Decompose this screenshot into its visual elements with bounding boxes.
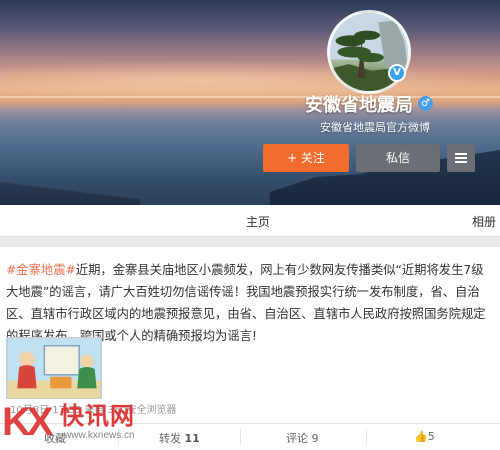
hashtag-link[interactable]: #金寨地震# xyxy=(6,263,76,277)
comment-button[interactable]: 评论 9 xyxy=(286,430,319,446)
verified-badge-icon: V xyxy=(388,64,406,82)
repost-button[interactable]: 转发 11 xyxy=(159,430,200,446)
more-menu-button[interactable] xyxy=(447,144,475,172)
kx-logo: KX xyxy=(2,400,54,444)
thumbs-up-icon: 👍 xyxy=(414,430,428,443)
kxnews-watermark: KX 快讯网 www.kxnews.cn xyxy=(0,398,155,448)
cover-rocks-left xyxy=(0,182,140,205)
divider xyxy=(240,429,241,445)
hamburger-icon xyxy=(455,153,467,163)
logo-text: KX xyxy=(2,400,54,444)
watermark-brand: 快讯网 xyxy=(60,402,135,430)
tab-home[interactable]: 主页 xyxy=(246,213,270,230)
follow-button[interactable]: + 关注 xyxy=(263,144,349,172)
post-text: #金寨地震#近期，金寨县关庙地区小震频发，网上有少数网友传播类似“近期将发生7级… xyxy=(6,259,494,347)
watermark-url: www.kxnews.cn xyxy=(64,430,135,441)
tab-album[interactable]: 相册 xyxy=(472,213,496,230)
repost-count: 11 xyxy=(184,432,200,445)
message-button[interactable]: 私信 xyxy=(356,144,440,172)
like-button[interactable]: 👍5 xyxy=(414,430,435,443)
profile-tab-bar: 主页 相册 xyxy=(0,205,500,237)
male-gender-icon: ♂ xyxy=(418,96,433,111)
comment-label: 评论 xyxy=(286,432,308,445)
divider xyxy=(366,429,367,445)
post-body: 近期，金寨县关庙地区小震频发，网上有少数网友传播类似“近期将发生7级大地震”的谣… xyxy=(6,263,486,343)
profile-name: 安徽省地震局 xyxy=(305,95,413,116)
cartoon-image xyxy=(7,338,101,398)
post-image-thumbnail[interactable] xyxy=(6,337,102,399)
repost-label: 转发 xyxy=(159,432,181,445)
cover-haze xyxy=(0,60,500,100)
comment-count: 9 xyxy=(311,432,319,445)
profile-description: 安徽省地震局官方微博 xyxy=(320,121,430,134)
like-count: 5 xyxy=(427,430,435,443)
